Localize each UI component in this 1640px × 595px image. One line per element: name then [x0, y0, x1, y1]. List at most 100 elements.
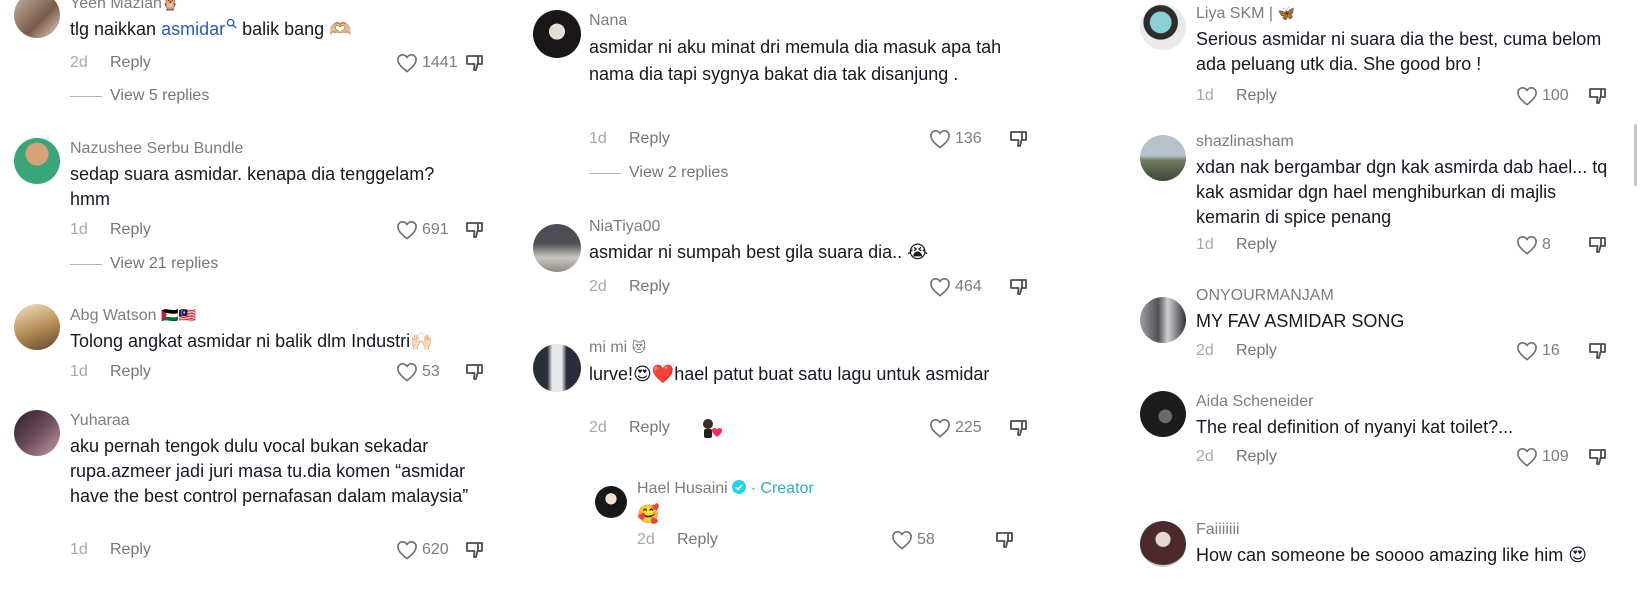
reply-button[interactable]: Reply	[629, 127, 670, 151]
like-button[interactable]: 58	[891, 528, 935, 552]
comment-text: 🥰	[637, 504, 660, 524]
comment-author[interactable]: Yeen Mazlan	[70, 0, 162, 12]
like-button[interactable]: 136	[929, 127, 982, 151]
dislike-icon[interactable]	[1009, 277, 1029, 297]
comment-author[interactable]: Nazushee Serbu Bundle	[70, 138, 470, 160]
comment-author[interactable]: Liya SKM |	[1196, 5, 1273, 22]
like-button[interactable]: 691	[396, 218, 449, 242]
avatar[interactable]	[14, 138, 60, 184]
comment-author[interactable]: Yuharaa	[70, 410, 470, 432]
comment-date: 2d	[1196, 342, 1214, 359]
search-icon	[226, 18, 237, 29]
comment-text: aku pernah tengok dulu vocal bukan sekad…	[70, 436, 469, 506]
comment-meta: 2d Reply 225	[589, 416, 1049, 440]
like-button[interactable]: 109	[1516, 445, 1569, 469]
dislike-icon[interactable]	[465, 220, 485, 240]
view-replies-button[interactable]: View 21 replies	[70, 255, 218, 273]
like-button[interactable]: 225	[929, 416, 982, 440]
avatar[interactable]	[1140, 521, 1186, 567]
dislike-icon[interactable]	[1009, 129, 1029, 149]
author-emoji: 🦋	[1277, 5, 1295, 21]
dislike-icon[interactable]	[1588, 86, 1608, 106]
comment-date: 2d	[70, 54, 88, 71]
reply-button[interactable]: Reply	[629, 275, 670, 299]
avatar[interactable]	[1140, 297, 1186, 343]
like-button[interactable]: 16	[1516, 339, 1560, 363]
comment-date: 1d	[70, 221, 88, 238]
heart-icon	[1517, 235, 1537, 255]
like-button[interactable]: 620	[396, 538, 449, 562]
avatar[interactable]	[14, 304, 60, 350]
comment-text: Tolong angkat asmidar ni balik dlm Indus…	[70, 331, 433, 351]
avatar[interactable]	[1140, 4, 1186, 50]
dislike-icon[interactable]	[1588, 341, 1608, 361]
avatar[interactable]	[533, 224, 581, 272]
like-count: 464	[955, 278, 982, 295]
comment-author[interactable]: Nana	[589, 10, 1049, 32]
heart-icon	[1517, 86, 1537, 106]
avatar[interactable]	[533, 344, 581, 392]
comment-author[interactable]: Hael Husaini	[637, 480, 728, 497]
view-replies-button[interactable]: View 2 replies	[589, 164, 728, 182]
comment-author[interactable]: shazlinasham	[1196, 131, 1616, 153]
dislike-icon[interactable]	[465, 540, 485, 560]
reply-button[interactable]: Reply	[110, 360, 151, 384]
avatar[interactable]	[1140, 391, 1186, 437]
comment-author[interactable]: ONYOURMANJAM	[1196, 285, 1616, 307]
comment-meta: 2d Reply 109	[1196, 445, 1616, 469]
reply-button[interactable]: Reply	[110, 218, 151, 242]
comment-date: 2d	[589, 419, 607, 436]
avatar[interactable]	[533, 10, 581, 58]
dislike-icon[interactable]	[465, 362, 485, 382]
like-button[interactable]: 53	[396, 360, 440, 384]
reply-button[interactable]: Reply	[677, 528, 718, 552]
heart-icon	[1517, 447, 1537, 467]
reply-button[interactable]: Reply	[1236, 445, 1277, 469]
view-replies-button[interactable]: View 5 replies	[70, 87, 209, 105]
reply-button[interactable]: Reply	[629, 416, 670, 440]
sticker-heart-icon	[703, 419, 722, 438]
like-count: 8	[1542, 236, 1551, 253]
like-button[interactable]: 8	[1516, 233, 1551, 257]
heart-icon	[1517, 341, 1537, 361]
view-replies-label: View 5 replies	[110, 87, 210, 104]
comment-text: sedap suara asmidar. kenapa dia tenggela…	[70, 164, 435, 209]
author-emoji: 🦉	[161, 0, 180, 11]
like-button[interactable]: 1441	[396, 51, 458, 75]
like-count: 58	[917, 531, 935, 548]
scrollbar[interactable]	[1634, 124, 1637, 186]
comment-author[interactable]: Faiiiiiii	[1196, 519, 1616, 541]
dislike-icon[interactable]	[1588, 447, 1608, 467]
heart-icon	[930, 129, 950, 149]
avatar[interactable]	[595, 486, 627, 518]
comment-meta: 1d Reply 136	[589, 127, 1049, 151]
dislike-icon[interactable]	[1009, 418, 1029, 438]
like-button[interactable]: 464	[929, 275, 982, 299]
reply-button[interactable]: Reply	[110, 51, 151, 75]
avatar[interactable]	[14, 410, 60, 456]
comment-meta: 2d Reply 1441	[70, 51, 490, 75]
comment-author[interactable]: NiaTiya00	[589, 216, 1049, 238]
comment-text: asmidar ni sumpah best gila suara dia.. …	[589, 242, 929, 262]
dislike-icon[interactable]	[1588, 235, 1608, 255]
reply-button[interactable]: Reply	[1236, 233, 1277, 257]
comment-meta: 1d Reply 53	[70, 360, 490, 384]
reply-button[interactable]: Reply	[1236, 339, 1277, 363]
reply-button[interactable]: Reply	[1236, 84, 1277, 108]
comment-author[interactable]: mi mi	[589, 339, 627, 356]
comment-text-part: balik bang 🫶🏼	[237, 19, 352, 39]
dislike-icon[interactable]	[465, 53, 485, 73]
search-link[interactable]: asmidar	[161, 18, 237, 39]
avatar[interactable]	[14, 0, 60, 38]
comment-author[interactable]: Aida Scheneider	[1196, 391, 1616, 413]
like-button[interactable]: 100	[1516, 84, 1569, 108]
like-count: 691	[422, 221, 449, 238]
reply-button[interactable]: Reply	[110, 538, 151, 562]
comment-meta: 1d Reply 100	[1196, 84, 1616, 108]
avatar[interactable]	[1140, 135, 1186, 181]
dislike-icon[interactable]	[995, 530, 1015, 550]
comment-meta: 1d Reply 8	[1196, 233, 1616, 257]
heart-icon	[930, 277, 950, 297]
comment-author[interactable]: Abg Watson	[70, 307, 157, 324]
heart-icon	[397, 220, 417, 240]
